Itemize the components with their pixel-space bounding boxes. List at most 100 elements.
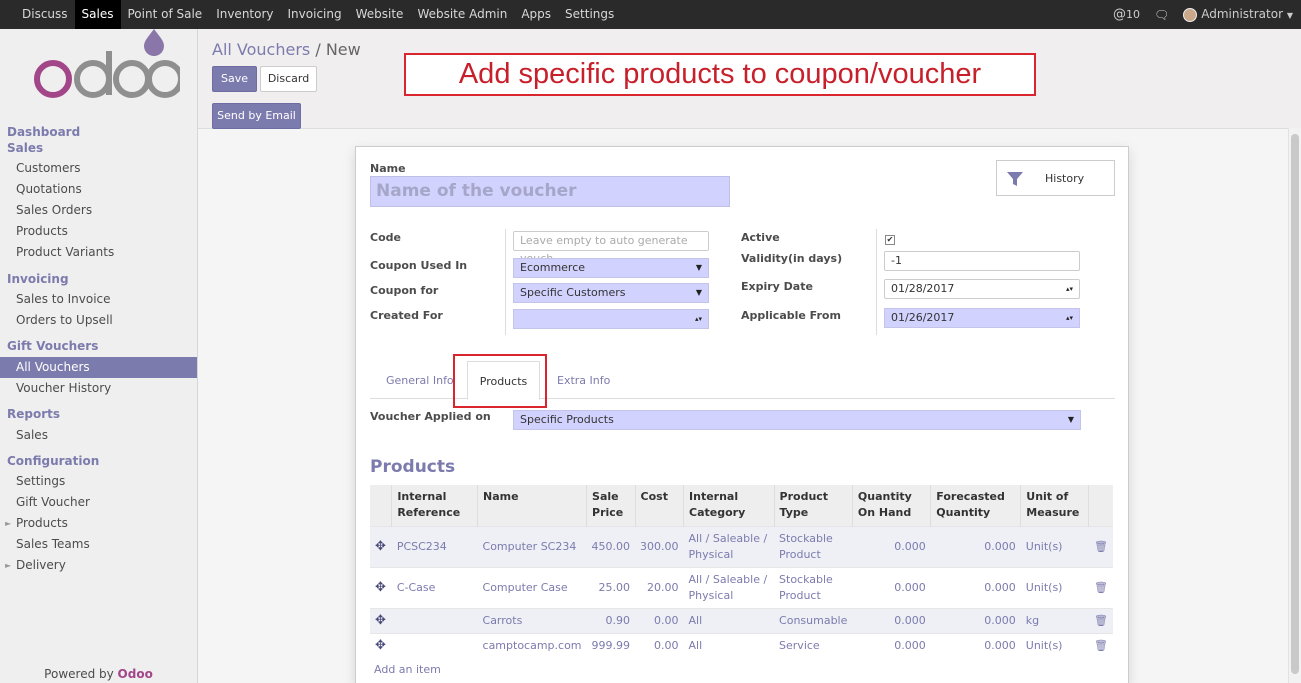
- menu-website[interactable]: Website: [349, 0, 411, 29]
- cell-cost: 20.00: [635, 566, 684, 608]
- voucher-applied-on-select[interactable]: Specific Products ▼: [513, 410, 1081, 430]
- trash-icon[interactable]: 🗑: [1094, 581, 1108, 594]
- trash-icon[interactable]: 🗑: [1094, 614, 1108, 627]
- dropdown-arrow-icon: ▴▾: [1065, 314, 1073, 322]
- drag-handle-icon[interactable]: ✥: [375, 638, 386, 653]
- sidebar-section-sales[interactable]: Sales: [7, 141, 43, 155]
- discard-button[interactable]: Discard: [260, 66, 317, 92]
- coupon-for-select[interactable]: Specific Customers ▼: [513, 283, 709, 303]
- table-header[interactable]: Product Type: [773, 485, 853, 526]
- add-an-item-link[interactable]: Add an item: [374, 663, 441, 676]
- code-input[interactable]: Leave empty to auto generate vouch: [513, 231, 709, 265]
- table-row[interactable]: ✥ camptocamp.com 999.99 0.00 All Service…: [370, 632, 1113, 658]
- table-header-handle: [370, 485, 392, 526]
- cell-cost: 0.00: [635, 632, 684, 658]
- voucher-applied-on-label: Voucher Applied on: [370, 410, 491, 423]
- menu-apps[interactable]: Apps: [514, 0, 558, 29]
- table-header[interactable]: Sale Price: [586, 485, 636, 526]
- powered-by: Powered by Odoo: [44, 667, 153, 681]
- avatar: [1183, 7, 1198, 22]
- expiry-date-input[interactable]: 01/28/2017 ▴▾: [884, 279, 1080, 299]
- cell-ref: C-Case: [391, 566, 478, 608]
- sidebar-item-config-products[interactable]: ► Products: [0, 513, 197, 534]
- table-header[interactable]: Internal Reference: [391, 485, 478, 526]
- sidebar-item-orders-to-upsell[interactable]: Orders to Upsell: [0, 310, 197, 331]
- top-navbar: Discuss Sales Point of Sale Inventory In…: [0, 0, 1301, 29]
- cell-cost: 300.00: [635, 525, 684, 567]
- validity-label: Validity(in days): [741, 252, 843, 265]
- validity-input[interactable]: -1: [884, 251, 1080, 271]
- coupon-used-in-select[interactable]: Ecommerce ▼: [513, 258, 709, 278]
- applicable-from-input[interactable]: 01/26/2017 ▴▾: [884, 308, 1080, 328]
- sidebar-item-quotations[interactable]: Quotations: [0, 179, 197, 200]
- cell-name: Carrots: [477, 607, 587, 633]
- user-menu[interactable]: Administrator ▼: [1183, 7, 1293, 22]
- annotation-callout: Add specific products to coupon/voucher: [404, 53, 1036, 96]
- menu-website-admin[interactable]: Website Admin: [410, 0, 514, 29]
- at-icon: @: [1112, 7, 1126, 22]
- sidebar-section-gift-vouchers: Gift Vouchers: [7, 339, 99, 353]
- sidebar-item-customers[interactable]: Customers: [0, 158, 197, 179]
- sidebar-section-dashboard[interactable]: Dashboard: [7, 125, 80, 139]
- menu-settings[interactable]: Settings: [558, 0, 621, 29]
- coupon-for-label: Coupon for: [370, 284, 439, 297]
- cell-ref: [391, 607, 478, 633]
- active-checkbox[interactable]: ✔: [885, 235, 895, 245]
- sidebar-item-settings[interactable]: Settings: [0, 471, 197, 492]
- cell-type: Stockable Product: [774, 566, 853, 608]
- sidebar-item-products[interactable]: Products: [0, 221, 197, 242]
- sidebar-item-all-vouchers[interactable]: All Vouchers: [0, 357, 197, 378]
- applicable-from-label: Applicable From: [741, 309, 841, 322]
- sidebar-item-reports-sales[interactable]: Sales: [0, 425, 197, 446]
- sidebar-item-delivery[interactable]: ► Delivery: [0, 555, 197, 576]
- chat-icon[interactable]: 🗨: [1154, 8, 1169, 22]
- filter-icon: [1007, 172, 1023, 186]
- table-header[interactable]: Forecasted Quantity: [930, 485, 1021, 526]
- mentions-counter[interactable]: @10: [1113, 7, 1140, 22]
- menu-inventory[interactable]: Inventory: [209, 0, 280, 29]
- trash-icon[interactable]: 🗑: [1094, 639, 1108, 652]
- table-header[interactable]: Cost: [634, 485, 684, 526]
- cell-cost: 0.00: [635, 607, 684, 633]
- table-header[interactable]: Quantity On Hand: [851, 485, 931, 526]
- drag-handle-icon[interactable]: ✥: [375, 539, 386, 554]
- trash-icon[interactable]: 🗑: [1094, 540, 1108, 553]
- cell-category: All: [683, 632, 775, 658]
- sidebar-item-gift-voucher[interactable]: Gift Voucher: [0, 492, 197, 513]
- sidebar-item-voucher-history[interactable]: Voucher History: [0, 378, 197, 399]
- send-by-email-button[interactable]: Send by Email: [212, 103, 301, 129]
- menu-point-of-sale[interactable]: Point of Sale: [121, 0, 210, 29]
- breadcrumb-parent[interactable]: All Vouchers: [212, 40, 310, 59]
- table-header[interactable]: Internal Category: [683, 485, 775, 526]
- save-button[interactable]: Save: [212, 66, 257, 92]
- expiry-date-label: Expiry Date: [741, 280, 813, 293]
- cell-qty: 0.000: [852, 525, 931, 567]
- table-header[interactable]: Unit of Measure: [1020, 485, 1089, 526]
- menu-discuss[interactable]: Discuss: [15, 0, 75, 29]
- menu-sales[interactable]: Sales: [74, 0, 121, 29]
- table-header[interactable]: Name: [477, 485, 587, 526]
- sidebar-item-sales-orders[interactable]: Sales Orders: [0, 200, 197, 221]
- sidebar-item-sales-teams[interactable]: Sales Teams: [0, 534, 197, 555]
- drag-handle-icon[interactable]: ✥: [375, 580, 386, 595]
- sidebar-item-product-variants[interactable]: Product Variants: [0, 242, 197, 263]
- menu-invoicing[interactable]: Invoicing: [281, 0, 349, 29]
- drag-handle-icon[interactable]: ✥: [375, 613, 386, 628]
- table-row[interactable]: ✥ Carrots 0.90 0.00 All Consumable 0.000…: [370, 607, 1113, 633]
- tab-extra-info[interactable]: Extra Info: [557, 361, 610, 399]
- scrollbar[interactable]: [1288, 128, 1301, 683]
- breadcrumb-current: New: [325, 40, 361, 59]
- voucher-name-input[interactable]: Name of the voucher: [370, 176, 730, 207]
- cell-uom: kg: [1020, 607, 1089, 633]
- powered-by-link[interactable]: Odoo: [118, 667, 153, 681]
- history-button[interactable]: History: [996, 160, 1115, 196]
- scrollbar-thumb[interactable]: [1291, 134, 1299, 674]
- table-row[interactable]: ✥ C-Case Computer Case 25.00 20.00 All /…: [370, 566, 1113, 608]
- created-for-select[interactable]: ▴▾: [513, 309, 709, 329]
- sidebar-item-sales-to-invoice[interactable]: Sales to Invoice: [0, 289, 197, 310]
- cell-type: Consumable: [774, 607, 853, 633]
- table-row[interactable]: ✥ PCSC234 Computer SC234 450.00 300.00 A…: [370, 525, 1113, 567]
- cell-ref: [391, 632, 478, 658]
- name-label: Name: [370, 162, 406, 175]
- tab-general-info[interactable]: General Info: [386, 361, 454, 399]
